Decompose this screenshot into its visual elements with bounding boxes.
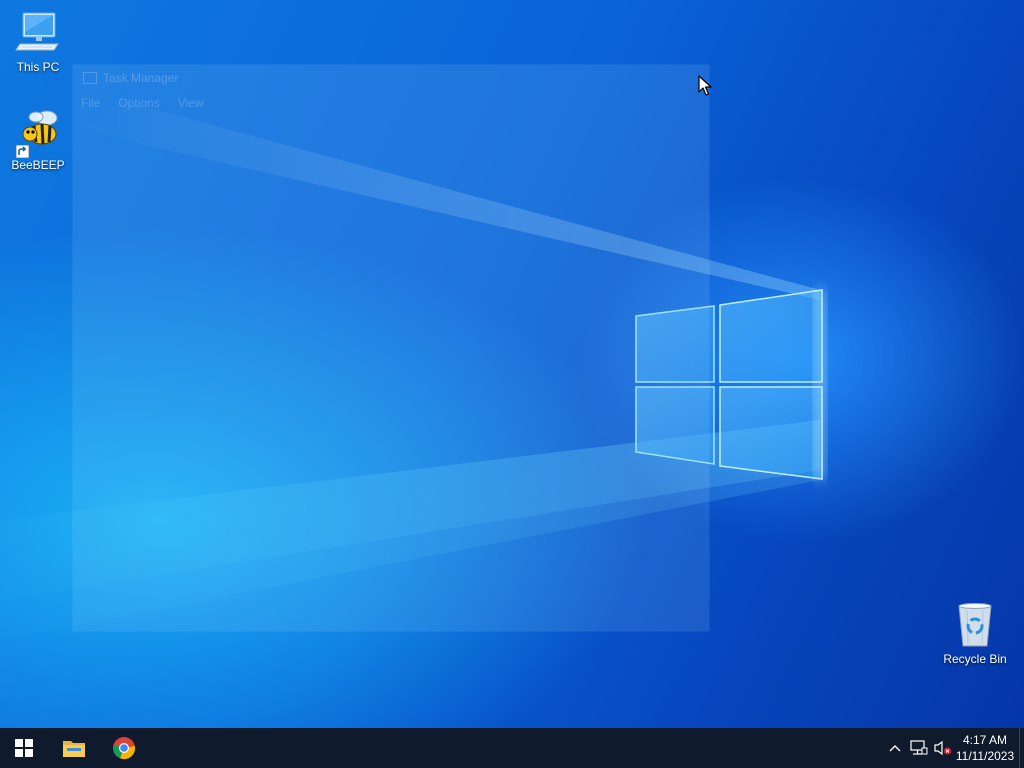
tray-show-hidden-icons[interactable] bbox=[884, 728, 906, 768]
taskbar-clock[interactable]: 4:17 AM 11/11/2023 bbox=[954, 732, 1016, 764]
taskbar-google-chrome[interactable] bbox=[100, 728, 148, 768]
desktop-icon-this-pc[interactable]: This PC bbox=[0, 10, 76, 74]
windows-start-icon bbox=[15, 739, 33, 757]
ghost-menu-view: View bbox=[177, 96, 204, 110]
taskbar-file-explorer[interactable] bbox=[50, 728, 98, 768]
tray-volume[interactable] bbox=[932, 728, 954, 768]
recycle-bin-icon bbox=[951, 602, 999, 650]
desktop-icon-label: Recycle Bin bbox=[943, 652, 1007, 666]
tray-network[interactable] bbox=[908, 728, 930, 768]
chrome-icon bbox=[113, 737, 136, 760]
ghost-menu-file: File bbox=[81, 96, 101, 110]
bee-icon bbox=[14, 108, 62, 158]
folder-icon bbox=[63, 741, 85, 757]
desktop-icon-label: BeeBEEP bbox=[11, 158, 65, 172]
ghost-title: Task Manager bbox=[83, 71, 178, 85]
network-icon bbox=[910, 740, 928, 755]
ghost-menu-options: Options bbox=[118, 96, 160, 110]
computer-icon bbox=[14, 10, 62, 58]
task-manager-window-ghost: Task Manager File Options View bbox=[73, 65, 709, 631]
desktop-icon-label: This PC bbox=[16, 60, 60, 74]
clock-time: 4:17 AM bbox=[962, 733, 1008, 747]
chevron-up-icon bbox=[889, 745, 901, 752]
ghost-menu-bar: File Options View bbox=[81, 96, 204, 110]
show-desktop-button[interactable] bbox=[1019, 728, 1024, 768]
start-button[interactable] bbox=[0, 728, 48, 768]
shortcut-arrow-icon bbox=[16, 145, 29, 158]
clock-date: 11/11/2023 bbox=[955, 749, 1015, 763]
desktop-icon-beebeep[interactable]: BeeBEEP bbox=[0, 108, 76, 172]
speaker-muted-icon bbox=[934, 740, 952, 756]
task-manager-icon bbox=[83, 72, 97, 84]
ghost-title-text: Task Manager bbox=[103, 71, 179, 85]
mouse-pointer-icon bbox=[698, 75, 712, 96]
desktop-icon-recycle-bin[interactable]: Recycle Bin bbox=[937, 602, 1013, 666]
taskbar: 4:17 AM 11/11/2023 bbox=[0, 728, 1024, 768]
desktop[interactable]: Task Manager File Options View This PC B… bbox=[0, 0, 1024, 728]
